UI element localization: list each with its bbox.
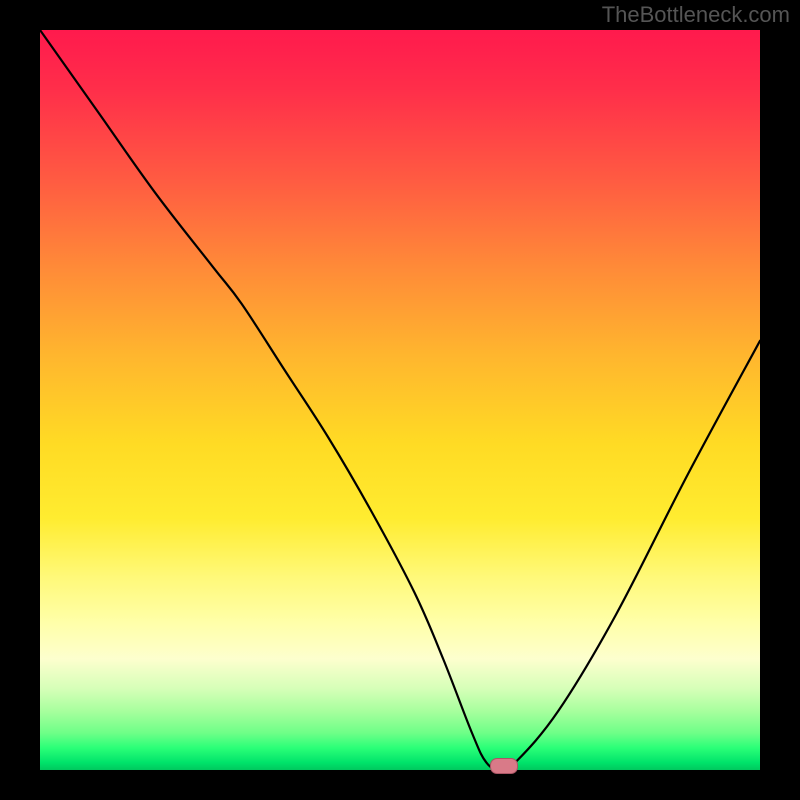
plot-area — [40, 30, 760, 770]
bottleneck-curve-svg — [40, 30, 760, 770]
chart-frame: TheBottleneck.com — [0, 0, 800, 800]
optimal-point-marker — [490, 758, 518, 774]
watermark-text: TheBottleneck.com — [602, 2, 790, 28]
bottleneck-curve-line — [40, 30, 760, 770]
